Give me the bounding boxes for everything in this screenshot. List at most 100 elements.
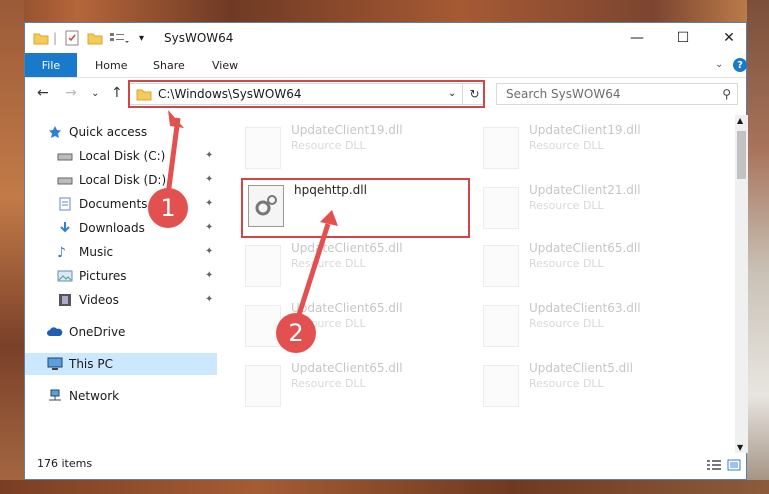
file-type: Resource DLL [529,377,604,390]
file-type: Resource DLL [529,257,604,270]
cloud-icon [47,325,63,339]
sidebar-item-videos[interactable]: Videos [57,289,119,311]
file-name: UpdateClient5.dll [529,361,633,375]
large-icons-view-icon[interactable] [727,459,741,471]
forward-button[interactable]: → [65,85,77,101]
sidebar-item-pictures[interactable]: Pictures [57,265,127,287]
sidebar-item-label: Network [69,389,120,403]
maximize-button[interactable]: ☐ [660,23,706,53]
desktop-background-bottom [0,480,769,494]
customize-toolbar-icon[interactable]: ▾ [139,29,144,47]
tab-file[interactable]: File [25,53,77,77]
music-note-icon: ♪ [57,245,66,261]
pin-icon[interactable]: ✦ [205,174,213,185]
status-bar: 176 items [25,453,746,479]
sidebar-item-downloads[interactable]: Downloads [57,217,145,239]
tab-home[interactable]: Home [95,53,127,77]
dll-file-icon [245,305,281,347]
sidebar-item-local-disk-d[interactable]: Local Disk (D:) [57,169,166,191]
dll-file-icon [245,245,281,287]
list-item[interactable]: UpdateClient5.dll Resource DLL [483,361,703,409]
pin-icon[interactable]: ✦ [205,246,213,257]
file-name: UpdateClient21.dll [529,183,641,197]
search-placeholder: Search SysWOW64 [506,87,621,101]
sidebar-item-documents[interactable]: Documents [57,193,147,215]
sidebar-item-quick-access[interactable]: Quick access [47,121,147,143]
sidebar-item-label: OneDrive [69,325,126,339]
up-button[interactable]: ↑ [111,85,123,101]
close-button[interactable]: ✕ [706,23,752,53]
tab-share[interactable]: Share [153,53,185,77]
item-count: 176 items [37,457,93,470]
file-type: Resource DLL [529,139,604,152]
scroll-down-icon[interactable]: ▼ [737,443,743,452]
star-icon [47,125,63,139]
search-icon: ⚲ [722,87,731,101]
search-input[interactable]: Search SysWOW64 ⚲ [496,83,738,105]
sidebar-item-label: This PC [69,357,113,371]
list-item[interactable]: UpdateClient19.dll Resource DLL [483,123,703,171]
sidebar-item-label: Pictures [79,269,127,283]
dll-file-icon [483,305,519,347]
pin-icon[interactable]: ✦ [205,150,213,161]
dll-file-icon [483,187,519,229]
minimize-button[interactable]: — [614,23,660,53]
sidebar-item-label: Downloads [79,221,145,235]
pin-icon[interactable]: ✦ [205,294,213,305]
help-icon[interactable]: ? [733,58,747,72]
sidebar-item-label: Documents [79,197,148,211]
separator: | [53,31,58,45]
file-name: UpdateClient65.dll [291,241,403,255]
tab-view[interactable]: View [212,53,238,77]
file-name: UpdateClient65.dll [291,361,403,375]
file-type: Resource DLL [291,377,366,390]
file-type: Resource DLL [529,317,604,330]
sidebar-item-network[interactable]: Network [47,385,119,407]
file-name: UpdateClient19.dll [291,123,403,137]
sidebar-item-music[interactable]: ♪ Music [57,241,113,263]
computer-icon [47,357,63,371]
vertical-scrollbar[interactable]: ▲ ▼ [735,115,748,453]
sidebar-item-label: Music [79,245,114,259]
file-list: UpdateClient19.dll Resource DLL UpdateCl… [223,115,733,455]
download-arrow-icon [57,221,73,235]
back-button[interactable]: ← [37,85,49,101]
pin-icon[interactable]: ✦ [205,222,213,233]
sidebar-item-onedrive[interactable]: OneDrive [47,321,125,343]
title-bar: | ▾ SysWOW64 — ☐ ✕ [25,23,746,53]
pictures-icon [57,269,73,283]
properties-icon[interactable] [65,29,79,47]
sidebar-item-this-pc[interactable]: This PC [25,353,217,375]
pin-icon[interactable]: ✦ [205,198,213,209]
file-name: UpdateClient65.dll [291,301,403,315]
new-folder-icon[interactable] [87,29,103,47]
scrollbar-thumb[interactable] [737,131,746,179]
list-item[interactable]: UpdateClient63.dll Resource DLL [483,301,703,349]
list-item[interactable]: UpdateClient65.dll Resource DLL [483,241,703,289]
list-item[interactable]: UpdateClient65.dll Resource DLL [245,361,465,409]
expand-ribbon-icon[interactable]: ⌄ [715,59,723,70]
file-type: Resource DLL [529,199,604,212]
file-name: UpdateClient65.dll [529,241,641,255]
sidebar-item-local-disk-c[interactable]: Local Disk (C:) [57,145,165,167]
file-name: UpdateClient63.dll [529,301,641,315]
file-highlight-box [241,178,470,238]
step-1-badge: 1 [148,188,188,228]
window-title: SysWOW64 [164,31,234,45]
drive-icon [57,173,73,187]
details-view-icon[interactable] [707,459,721,471]
documents-icon [57,197,73,211]
scroll-up-icon[interactable]: ▲ [737,116,743,125]
list-item[interactable]: UpdateClient19.dll Resource DLL [245,123,465,171]
view-options-icon[interactable] [109,29,129,47]
list-item[interactable]: UpdateClient65.dll Resource DLL [245,241,465,289]
pin-icon[interactable]: ✦ [205,270,213,281]
step-2-badge: 2 [276,313,316,353]
film-icon [57,293,73,307]
ribbon-tabs: File Home Share View ⌄ ? [25,53,747,78]
dll-file-icon [483,365,519,407]
list-item[interactable]: UpdateClient21.dll Resource DLL [483,183,703,231]
desktop-background-left [0,0,24,494]
file-type: Resource DLL [291,257,366,270]
recent-locations-icon[interactable]: ⌄ [91,88,99,99]
